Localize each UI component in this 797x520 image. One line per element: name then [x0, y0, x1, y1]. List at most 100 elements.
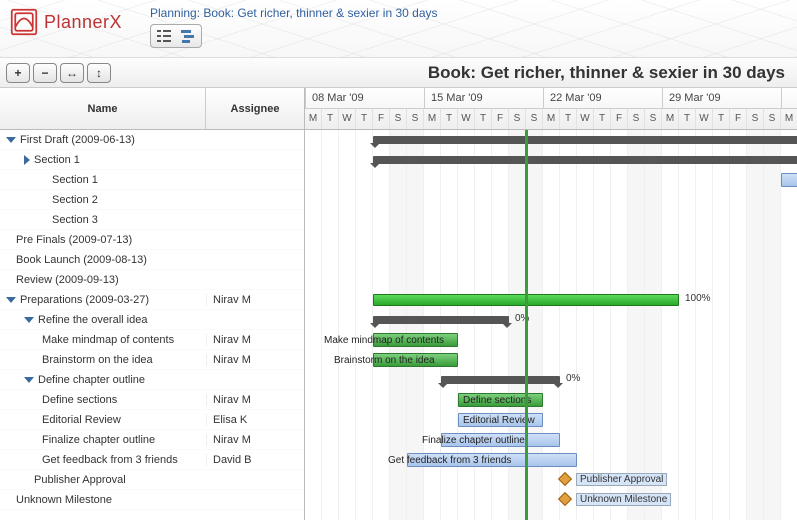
task-name-label: Refine the overall idea — [38, 314, 147, 326]
fit-height-button[interactable]: ↕ — [87, 63, 111, 83]
day-header: S — [747, 109, 764, 129]
task-row[interactable]: First Draft (2009-06-13) — [0, 130, 304, 150]
task-name-label: Editorial Review — [42, 414, 121, 426]
day-header: W — [458, 109, 475, 129]
task-name-label: Section 1 — [52, 174, 98, 186]
day-header: S — [526, 109, 543, 129]
zoom-in-button[interactable]: + — [6, 63, 30, 83]
task-name-label: Preparations (2009-03-27) — [20, 294, 149, 306]
day-header: W — [577, 109, 594, 129]
document-path: Planning: Book: Get richer, thinner & se… — [150, 6, 438, 20]
day-header: W — [696, 109, 713, 129]
day-header: F — [373, 109, 390, 129]
milestone-diamond[interactable] — [558, 472, 572, 486]
gantt-chart[interactable]: 0%100%0%Make mindmap of contentsBrainsto… — [305, 130, 797, 520]
zoom-controls: + − ↔ ↕ — [6, 63, 111, 83]
collapse-icon[interactable] — [24, 317, 34, 323]
gantt-panel[interactable]: 08 Mar '0915 Mar '0922 Mar '0929 Mar '09… — [305, 88, 797, 520]
expand-icon[interactable] — [24, 155, 30, 165]
day-header: T — [594, 109, 611, 129]
task-assignee: Nirav M — [206, 294, 304, 306]
task-row[interactable]: Define chapter outline — [0, 370, 304, 390]
logo-icon — [10, 8, 38, 36]
task-row[interactable]: Get feedback from 3 friends David B — [0, 450, 304, 470]
gantt-bar[interactable]: Finalize chapter outline — [441, 433, 560, 447]
task-row[interactable]: Book Launch (2009-08-13) — [0, 250, 304, 270]
task-name-label: Get feedback from 3 friends — [42, 454, 178, 466]
task-list[interactable]: First Draft (2009-06-13) Section 1 Section… — [0, 130, 304, 520]
gantt-view-button[interactable] — [177, 27, 199, 45]
day-header: T — [475, 109, 492, 129]
task-row[interactable]: Unknown Milestone — [0, 490, 304, 510]
task-row[interactable]: Review (2009-09-13) — [0, 270, 304, 290]
gantt-bar[interactable] — [373, 136, 797, 144]
task-row[interactable]: Section 3 — [0, 210, 304, 230]
week-header: 22 Mar '09 — [544, 88, 663, 108]
view-toolbar — [150, 24, 202, 48]
col-header-assignee[interactable]: Assignee — [206, 88, 304, 129]
day-header: S — [407, 109, 424, 129]
milestone-label: Unknown Milestone — [576, 493, 671, 506]
task-name-label: Section 3 — [52, 214, 98, 226]
task-row[interactable]: Section 2 — [0, 190, 304, 210]
gantt-bar[interactable] — [781, 173, 797, 187]
task-row[interactable]: Define sectionsNirav M — [0, 390, 304, 410]
gantt-bar[interactable] — [373, 156, 797, 164]
day-header: T — [441, 109, 458, 129]
bar-label: Get feedback from 3 friends — [388, 454, 578, 466]
task-row[interactable]: Finalize chapter outline Nirav M — [0, 430, 304, 450]
app-logo: PlannerX — [10, 8, 122, 36]
task-name-label: Section 1 — [34, 154, 80, 166]
zoom-out-button[interactable]: − — [33, 63, 57, 83]
gantt-bar[interactable] — [373, 316, 509, 324]
gantt-bar[interactable]: Brainstorm on the idea — [373, 353, 458, 367]
task-row[interactable]: Refine the overall idea — [0, 310, 304, 330]
gantt-bar[interactable]: Make mindmap of contents — [373, 333, 458, 347]
timeline-days: MTWTFSSMTWTFSSMTWTFSSMTWTFSSM — [305, 109, 797, 129]
task-row[interactable]: Publisher Approval — [0, 470, 304, 490]
gantt-bar[interactable]: Define sections — [458, 393, 543, 407]
collapse-icon[interactable] — [6, 137, 16, 143]
task-name-label: First Draft (2009-06-13) — [20, 134, 135, 146]
task-row[interactable]: Section 1 — [0, 170, 304, 190]
task-name-label: Section 2 — [52, 194, 98, 206]
collapse-icon[interactable] — [24, 377, 34, 383]
gantt-bar[interactable]: Get feedback from 3 friends — [407, 453, 577, 467]
day-header: M — [662, 109, 679, 129]
week-header: 15 Mar '09 — [425, 88, 544, 108]
outline-view-button[interactable] — [153, 27, 175, 45]
day-header: T — [560, 109, 577, 129]
task-assignee: David B — [206, 454, 304, 466]
bar-label: Finalize chapter outline — [422, 434, 561, 446]
bar-label: Brainstorm on the idea — [334, 354, 459, 366]
task-name-label: Review (2009-09-13) — [16, 274, 119, 286]
day-header: S — [509, 109, 526, 129]
milestone-label: Publisher Approval — [576, 473, 667, 486]
milestone-diamond[interactable] — [558, 492, 572, 506]
gantt-bar[interactable]: Editorial Review — [458, 413, 543, 427]
day-header: M — [543, 109, 560, 129]
gantt-bar[interactable] — [441, 376, 560, 384]
day-header: F — [492, 109, 509, 129]
task-assignee: Nirav M — [206, 354, 304, 366]
task-assignee: Elisa K — [206, 414, 304, 426]
task-row[interactable]: Pre Finals (2009-07-13) — [0, 230, 304, 250]
day-header: M — [305, 109, 322, 129]
task-row[interactable]: Brainstorm on the ideaNirav M — [0, 350, 304, 370]
collapse-icon[interactable] — [6, 297, 16, 303]
task-assignee: Nirav M — [206, 434, 304, 446]
today-marker — [525, 130, 528, 520]
day-header: T — [322, 109, 339, 129]
task-row[interactable]: Preparations (2009-03-27) Nirav M — [0, 290, 304, 310]
task-row[interactable]: Section 1 — [0, 150, 304, 170]
task-name-label: Finalize chapter outline — [42, 434, 155, 446]
day-header: T — [356, 109, 373, 129]
fit-width-button[interactable]: ↔ — [60, 63, 84, 83]
task-row[interactable]: Make mindmap of contentsNirav M — [0, 330, 304, 350]
day-header: M — [424, 109, 441, 129]
week-header: 08 Mar '09 — [306, 88, 425, 108]
task-assignee: Nirav M — [206, 334, 304, 346]
task-row[interactable]: Editorial Review Elisa K — [0, 410, 304, 430]
task-assignee: Nirav M — [206, 394, 304, 406]
col-header-name[interactable]: Name — [0, 88, 206, 129]
